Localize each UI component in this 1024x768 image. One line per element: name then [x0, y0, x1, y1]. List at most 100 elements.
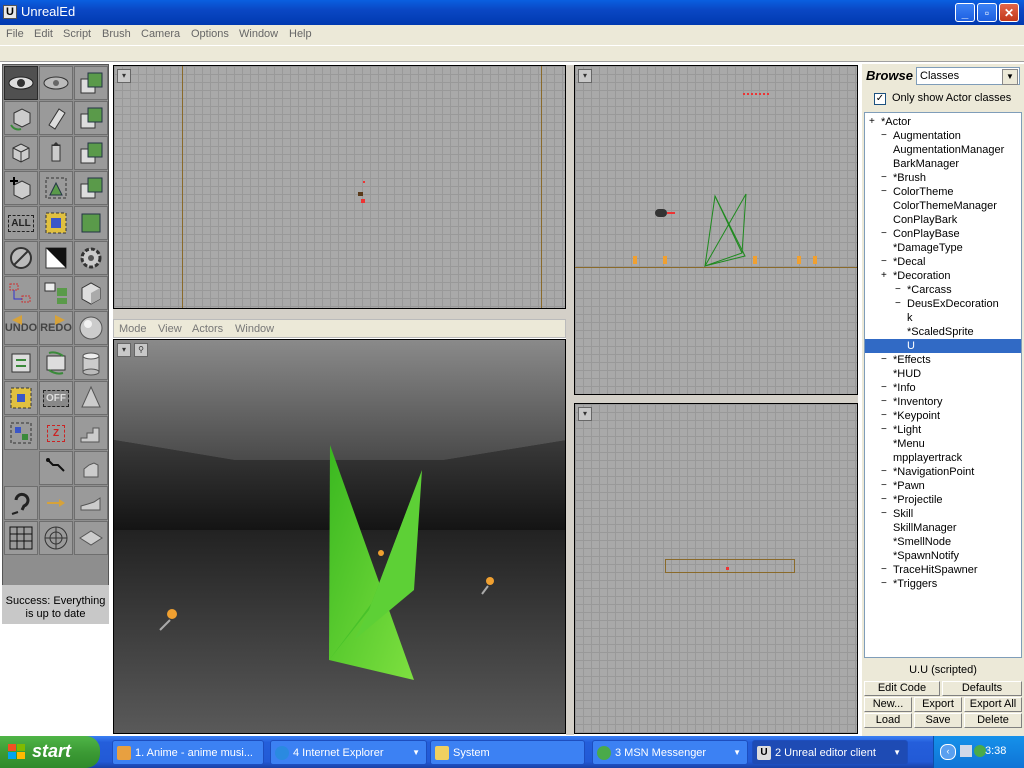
select-all-button[interactable]: ALL [4, 206, 38, 240]
app-icon[interactable]: U [3, 5, 17, 19]
curved-stairs-builder-button[interactable] [74, 486, 108, 520]
undo-button[interactable]: UNDO [4, 311, 38, 345]
camera-zoom-tool[interactable] [39, 66, 73, 100]
collapse-icon[interactable]: − [881, 131, 889, 141]
close-button[interactable]: ✕ [999, 3, 1019, 22]
tree-item[interactable]: − *Inventory [865, 395, 1021, 409]
select-none-tool[interactable] [4, 381, 38, 415]
brush-clip-tool[interactable] [74, 66, 108, 100]
collapse-icon[interactable]: − [881, 467, 889, 477]
menu-file[interactable]: File [6, 28, 24, 40]
brush-flip-tool[interactable] [39, 346, 73, 380]
viewport-side[interactable]: ▾ [574, 65, 858, 395]
defaults-button[interactable]: Defaults [942, 681, 1022, 696]
torch-icon[interactable] [797, 256, 801, 264]
expand-icon[interactable]: + [881, 271, 889, 281]
start-button[interactable]: start [0, 736, 100, 768]
export-all-button[interactable]: Export All [964, 697, 1022, 712]
tree-item[interactable]: U [865, 339, 1021, 353]
stairs-builder-button[interactable] [74, 416, 108, 450]
collapse-icon[interactable]: − [881, 187, 889, 197]
collapse-icon[interactable]: − [881, 425, 889, 435]
viewport-menu-icon[interactable]: ▾ [117, 69, 131, 83]
tree-item[interactable]: − ColorTheme [865, 185, 1021, 199]
load-button[interactable]: Load [864, 713, 912, 728]
actor-marker[interactable] [358, 192, 363, 196]
move-arrow-tool[interactable] [39, 486, 73, 520]
brush-outline[interactable] [665, 559, 795, 573]
redo-button[interactable]: REDO [39, 311, 73, 345]
actor-classes-checkbox[interactable]: ✓ [874, 93, 886, 105]
torch-icon[interactable] [378, 550, 384, 556]
viewport-top[interactable]: ▾ [113, 65, 566, 309]
title-bar[interactable]: U UnrealEd _ ▫ ✕ [0, 0, 1024, 25]
splitter-horizontal[interactable] [574, 395, 858, 403]
tree-item[interactable]: *Menu [865, 437, 1021, 451]
viewport-menu-icon[interactable]: ▾ [578, 69, 592, 83]
tree-item[interactable]: − *Effects [865, 353, 1021, 367]
mesh-wireframe[interactable] [700, 191, 760, 271]
collapse-icon[interactable]: − [881, 257, 889, 267]
delete-button[interactable]: Delete [964, 713, 1022, 728]
torch-icon[interactable] [813, 256, 817, 264]
torch-icon[interactable] [753, 256, 757, 264]
tree-item[interactable]: − *Light [865, 423, 1021, 437]
collapse-icon[interactable]: − [881, 579, 889, 589]
tree-item[interactable]: + *Actor [865, 115, 1021, 129]
export-button[interactable]: Export [914, 697, 962, 712]
collapse-icon[interactable]: − [881, 397, 889, 407]
menu-help[interactable]: Help [289, 28, 312, 40]
brush-wireframe-tool[interactable] [4, 346, 38, 380]
brush-scale-tool[interactable] [39, 171, 73, 205]
new-button[interactable]: New... [864, 697, 912, 712]
minimize-button[interactable]: _ [955, 3, 975, 22]
texture-align-tool[interactable] [4, 416, 38, 450]
actor-pivot[interactable] [361, 199, 365, 203]
browse-type-select[interactable]: Classes ▼ [916, 67, 1020, 85]
sheet-builder-button[interactable] [74, 521, 108, 555]
tree-item[interactable]: − *Keypoint [865, 409, 1021, 423]
tree-item[interactable]: *DamageType [865, 241, 1021, 255]
camera-move-tool[interactable] [4, 66, 38, 100]
viewport-menu-icon[interactable]: ▾ [578, 407, 592, 421]
collapse-icon[interactable]: − [895, 285, 903, 295]
tree-item[interactable]: − *Info [865, 381, 1021, 395]
collapse-icon[interactable]: − [881, 481, 889, 491]
collapse-icon[interactable]: − [881, 355, 889, 365]
cone-builder-button[interactable] [74, 381, 108, 415]
tree-item[interactable]: BarkManager [865, 157, 1021, 171]
task-anime[interactable]: 1. Anime - anime musi... [112, 740, 264, 765]
brush-rotate-tool[interactable] [4, 101, 38, 135]
task-internet-explorer[interactable]: 4 Internet Explorer ▼ [270, 740, 427, 765]
viewport-perspective[interactable]: ▾ ⚲ [113, 339, 566, 734]
vp-menu-window[interactable]: Window [235, 323, 274, 335]
collapse-icon[interactable]: − [881, 495, 889, 505]
tree-item[interactable]: − *Pawn [865, 479, 1021, 493]
menu-window[interactable]: Window [239, 28, 278, 40]
tree-item[interactable]: *SpawnNotify [865, 549, 1021, 563]
menu-edit[interactable]: Edit [34, 28, 53, 40]
viewport-menu-icon[interactable]: ▾ [117, 343, 131, 357]
tree-item[interactable]: AugmentationManager [865, 143, 1021, 157]
vp-menu-actors[interactable]: Actors [192, 323, 223, 335]
maximize-button[interactable]: ▫ [977, 3, 997, 22]
splitter-vertical[interactable] [566, 65, 574, 735]
actor-red-marker[interactable] [743, 93, 769, 97]
tree-item[interactable]: − *Projectile [865, 493, 1021, 507]
task-system[interactable]: System [430, 740, 585, 765]
tree-item[interactable]: − Skill [865, 507, 1021, 521]
tree-item[interactable]: ColorThemeManager [865, 199, 1021, 213]
splitter-horizontal[interactable] [113, 309, 566, 319]
torch-icon[interactable] [633, 256, 637, 264]
list-tool[interactable] [39, 276, 73, 310]
radial-tool[interactable] [39, 521, 73, 555]
torch-icon[interactable] [663, 256, 667, 264]
class-tree[interactable]: + *Actor − Augmentation AugmentationManager B… [864, 112, 1022, 658]
vp-menu-mode[interactable]: Mode [119, 323, 147, 335]
add-mover-tool[interactable] [74, 241, 108, 275]
tree-item[interactable]: ConPlayBark [865, 213, 1021, 227]
torch-icon[interactable] [167, 609, 177, 619]
tree-item[interactable]: + *Decoration [865, 269, 1021, 283]
tree-item[interactable]: *ScaledSprite [865, 325, 1021, 339]
grid-tool[interactable] [4, 521, 38, 555]
